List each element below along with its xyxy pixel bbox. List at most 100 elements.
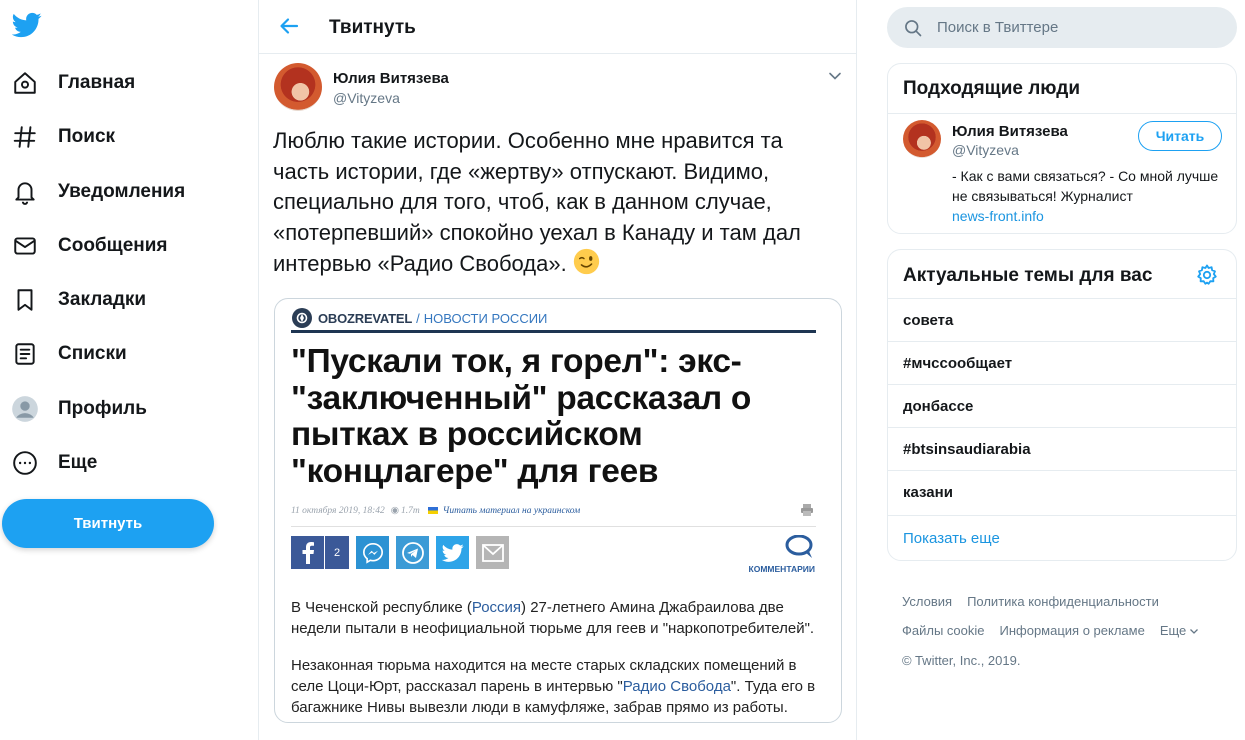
comments-label: КОММЕНТАРИИ — [748, 564, 815, 574]
envelope-icon — [10, 231, 40, 261]
trend-item[interactable]: совета — [888, 298, 1236, 341]
tweet-body: Люблю такие истории. Особенно мне нравит… — [273, 128, 801, 276]
back-arrow-icon[interactable] — [277, 14, 301, 38]
author-avatar[interactable] — [274, 63, 322, 111]
suggested-user-bio: - Как с вами связаться? - Со мной лучше … — [952, 166, 1222, 226]
messenger-icon — [356, 536, 389, 569]
nav-item-more[interactable]: Еще — [10, 441, 240, 485]
trend-label: совета — [903, 312, 954, 329]
show-more-trends[interactable]: Показать еще — [888, 515, 1236, 560]
trends-panel: Актуальные темы для вас совета #мчссообщ… — [887, 249, 1237, 561]
bio-text: - Как с вами связаться? - Со мной лучше … — [952, 168, 1219, 204]
trend-item[interactable]: донбассе — [888, 384, 1236, 427]
footer-copyright: © Twitter, Inc., 2019. — [902, 653, 1035, 668]
chevron-down-icon[interactable] — [1189, 626, 1199, 636]
list-icon — [10, 339, 40, 369]
share-buttons: 2 — [291, 536, 516, 569]
hashtag-icon — [10, 122, 40, 152]
author-name[interactable]: Юлия Витязева — [333, 70, 449, 87]
footer-more-link[interactable]: Еще — [1160, 623, 1186, 638]
left-navigation: Главная Поиск Уведомления Сообщения Закл… — [0, 0, 258, 740]
search-input[interactable]: Поиск в Твиттере — [937, 19, 1058, 36]
comments-icon — [785, 534, 813, 558]
tweet-text: Люблю такие истории. Особенно мне нравит… — [273, 126, 843, 280]
author-handle[interactable]: @Vityzeva — [333, 90, 400, 106]
search-icon — [905, 19, 922, 36]
copyright-text: © Twitter, Inc., 2019. — [902, 653, 1021, 668]
nav-label-profile: Профиль — [58, 398, 147, 419]
follow-button[interactable]: Читать — [1138, 121, 1222, 151]
article-paragraph-2: Незаконная тюрьма находится на месте ста… — [291, 655, 819, 718]
footer-privacy-link[interactable]: Политика конфиденциальности — [967, 594, 1159, 609]
russia-link: Россия — [471, 599, 522, 616]
nav-item-notifications[interactable]: Уведомления — [10, 170, 240, 214]
nav-item-bookmarks[interactable]: Закладки — [10, 278, 240, 322]
nav-item-explore[interactable]: Поиск — [10, 115, 240, 159]
nav-label-bookmarks: Закладки — [58, 289, 147, 310]
twitter-logo-icon[interactable] — [12, 10, 42, 40]
nav-item-lists[interactable]: Списки — [10, 332, 240, 376]
obozrevatel-logo-icon — [292, 308, 312, 328]
bell-icon — [10, 177, 40, 207]
footer-cookies-link[interactable]: Файлы cookie — [902, 623, 985, 638]
ukraine-flag-icon — [427, 507, 438, 514]
trend-item[interactable]: #мчссообщает — [888, 341, 1236, 384]
suggested-user-name[interactable]: Юлия Витязева — [952, 123, 1068, 140]
trends-title: Актуальные темы для вас — [903, 265, 1153, 286]
newspaper-brand: OBOZREVATEL — [318, 310, 413, 326]
para1-text-start: В Чеченской республике ( — [291, 599, 472, 616]
mail-icon — [476, 536, 509, 569]
header-separator: / — [416, 310, 420, 326]
more-icon — [10, 448, 40, 478]
newspaper-header: OBOZREVATEL / НОВОСТИ РОССИИ — [292, 307, 547, 329]
facebook-share-count: 2 — [324, 536, 349, 569]
page-title: Твитнуть — [329, 17, 416, 38]
nav-item-messages[interactable]: Сообщения — [10, 224, 240, 268]
who-to-follow-panel: Подходящие люди Юлия Витязева @Vityzeva … — [887, 63, 1237, 234]
header-rule — [291, 330, 816, 333]
radio-svoboda-link: Радио Свобода — [622, 678, 731, 695]
article-paragraph-1: В Чеченской республике (Россия) 27-летне… — [291, 597, 819, 639]
tweet-detail-column: Твитнуть Юлия Витязева @Vityzeva Люблю т… — [258, 0, 857, 740]
search-box[interactable]: Поиск в Твиттере — [887, 7, 1237, 48]
compose-tweet-button[interactable]: Твитнуть — [2, 499, 214, 548]
suggested-user-handle[interactable]: @Vityzeva — [952, 142, 1019, 158]
home-icon — [10, 68, 40, 98]
show-more-label: Показать еще — [903, 530, 1000, 547]
trend-label: казани — [903, 484, 953, 501]
trend-label: донбассе — [903, 398, 974, 415]
article-date: 11 октября 2019, 18:42 — [291, 505, 385, 516]
footer-links-row-1: Условия Политика конфиденциальности — [902, 594, 1174, 609]
article-views: 1.7т — [401, 505, 420, 516]
article-headline: "Пускали ток, я горел": экс-"заключенный… — [291, 343, 752, 490]
nav-item-home[interactable]: Главная — [10, 61, 240, 105]
twitter-share-icon — [436, 536, 469, 569]
nav-label-explore: Поиск — [58, 126, 116, 147]
media-card[interactable]: OBOZREVATEL / НОВОСТИ РОССИИ "Пускали то… — [274, 298, 842, 723]
bio-link[interactable]: news-front.info — [952, 208, 1044, 224]
trend-item[interactable]: #btsinsaudiarabia — [888, 427, 1236, 470]
nav-item-profile[interactable]: Профиль — [10, 387, 240, 431]
nav-label-lists: Списки — [58, 343, 127, 364]
footer-links-row-2: Файлы cookie Информация о рекламе Еще — [902, 623, 1199, 638]
footer-ads-link[interactable]: Информация о рекламе — [1000, 623, 1145, 638]
meta-divider — [291, 526, 816, 527]
chevron-down-icon[interactable] — [827, 68, 843, 84]
article-meta: 11 октября 2019, 18:42 ◉ 1.7т Читать мат… — [291, 505, 580, 517]
winking-face-emoji-icon — [573, 248, 600, 275]
trend-item[interactable]: казани — [888, 470, 1236, 513]
profile-icon — [10, 394, 40, 424]
suggested-user-avatar[interactable] — [903, 120, 941, 158]
bookmark-icon — [10, 285, 40, 315]
who-to-follow-title: Подходящие люди — [903, 78, 1081, 99]
column-header: Твитнуть — [259, 0, 856, 54]
facebook-icon — [291, 536, 324, 569]
nav-label-messages: Сообщения — [58, 235, 168, 256]
trend-label: #мчссообщает — [903, 355, 1013, 372]
newspaper-section: НОВОСТИ РОССИИ — [423, 310, 548, 326]
gear-icon[interactable] — [1195, 263, 1219, 287]
printer-icon — [801, 504, 813, 516]
nav-label-notifications: Уведомления — [58, 181, 186, 202]
nav-label-more: Еще — [58, 452, 98, 473]
footer-terms-link[interactable]: Условия — [902, 594, 952, 609]
